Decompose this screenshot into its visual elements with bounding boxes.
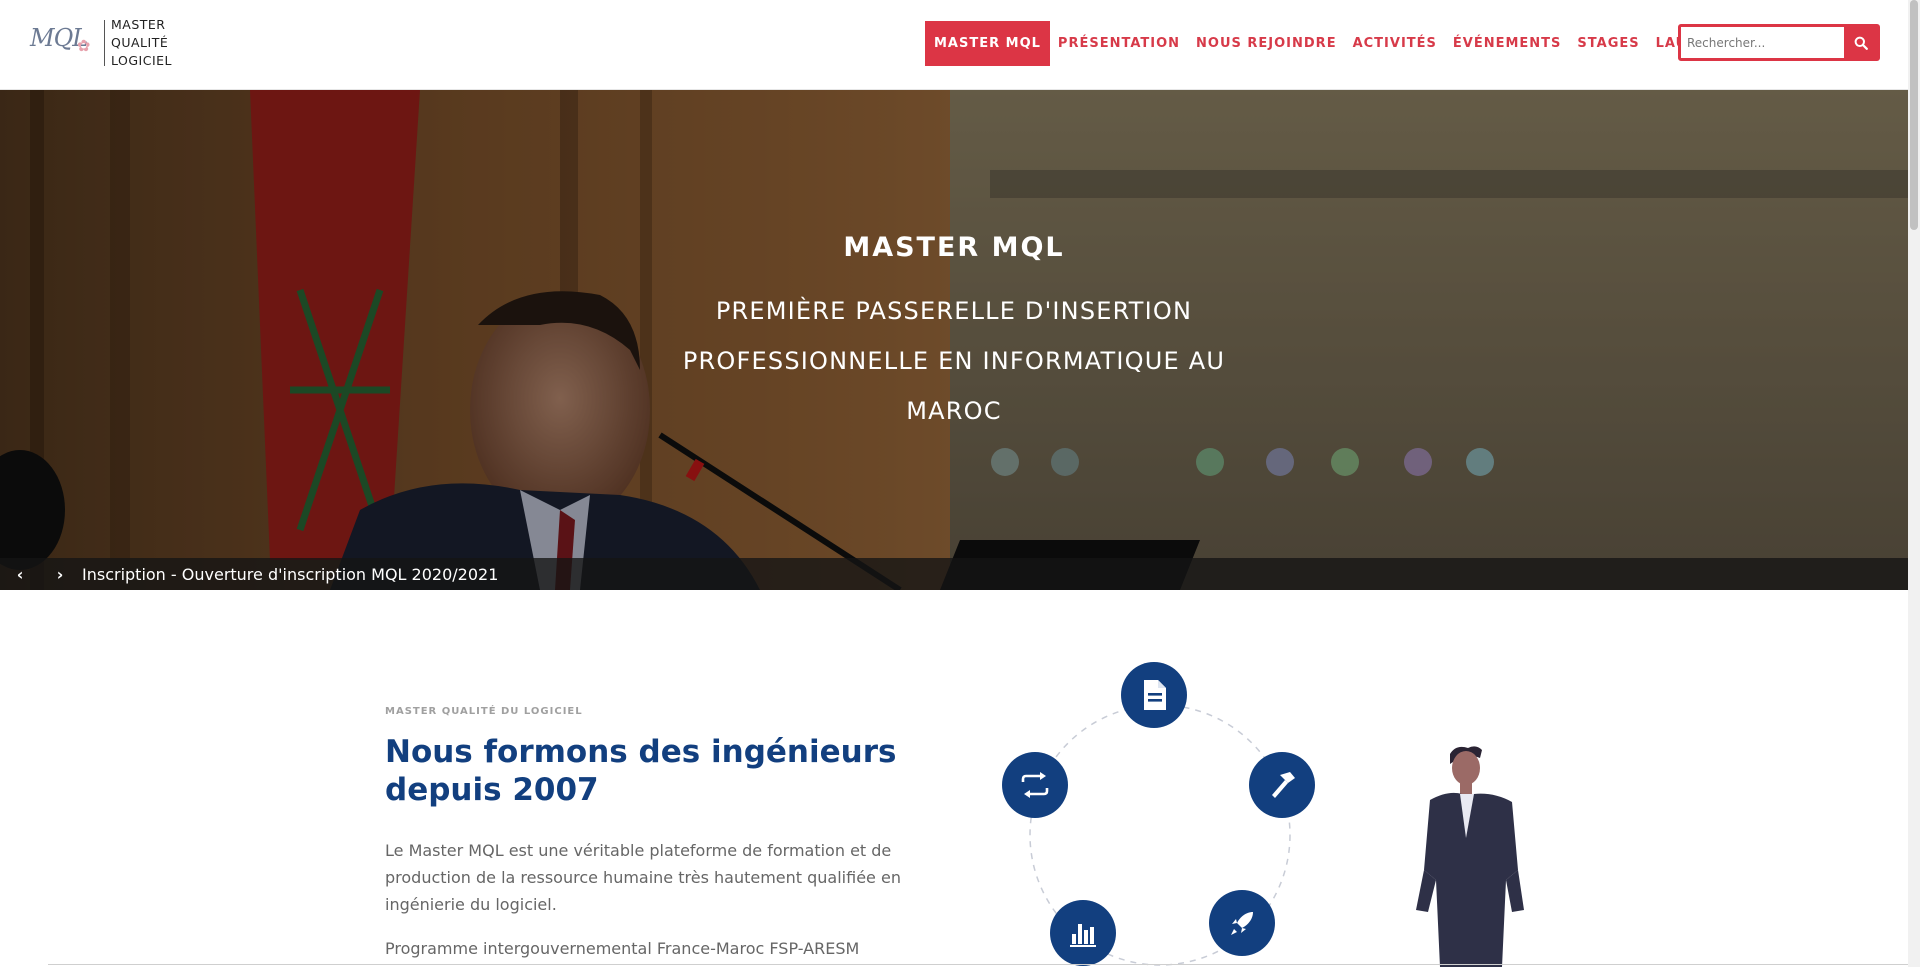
search-icon [1854,36,1868,50]
search-input[interactable] [1681,27,1844,58]
bar-chart-icon [1050,900,1116,966]
next-slide-icon[interactable]: › [40,565,80,584]
exchange-icon [1002,752,1068,818]
nav-item-evenements[interactable]: ÉVÉNEMENTS [1445,21,1570,66]
logo-divider [104,20,105,66]
nav-item-presentation[interactable]: PRÉSENTATION [1050,21,1188,66]
site-header: MQL ✿ MASTER QUALITÉ LOGICIEL MASTER MQL… [0,0,1908,90]
hero-slider: MASTER MQL PREMIÈRE PASSERELLE D'INSERTI… [0,90,1908,590]
process-diagram [980,640,1340,967]
scrollbar-thumb[interactable] [1910,0,1918,230]
logo-line: LOGICIEL [111,53,173,68]
nav-item-activites[interactable]: ACTIVITÉS [1345,21,1445,66]
program-paragraph: Programme intergouvernemental France-Mar… [385,939,860,958]
main-nav: MASTER MQL PRÉSENTATION NOUS REJOINDRE A… [925,21,1746,66]
nav-item-master-mql[interactable]: MASTER MQL [925,21,1050,66]
section-headline: Nous formons des ingénieurs depuis 2007 [385,734,897,808]
slider-caption-bar: ‹ › Inscription - Ouverture d'inscriptio… [0,558,1908,590]
hero-title: MASTER MQL [843,232,1065,263]
logo-text: MASTER QUALITÉ LOGICIEL [111,16,172,70]
hero-subtitle: PREMIÈRE PASSERELLE D'INSERTION PROFESSI… [682,297,1226,425]
page-scrollbar[interactable] [1908,0,1920,967]
logo[interactable]: MQL ✿ MASTER QUALITÉ LOGICIEL [30,16,172,70]
logo-mark: MQL ✿ [30,16,100,70]
logo-line: MASTER [111,17,166,32]
prev-slide-icon[interactable]: ‹ [0,565,40,584]
search-box [1678,24,1880,61]
rocket-icon [1209,890,1275,956]
search-button[interactable] [1844,27,1877,58]
nav-item-nous-rejoindre[interactable]: NOUS REJOINDRE [1188,21,1345,66]
businessman-illustration [1416,746,1524,967]
intro-paragraph: Le Master MQL est une véritable platefor… [385,841,901,914]
bottom-divider [48,964,1908,965]
logo-line: QUALITÉ [111,35,169,50]
hammer-icon [1249,752,1315,818]
nav-item-stages[interactable]: STAGES [1569,21,1647,66]
slide-caption-link[interactable]: Inscription - Ouverture d'inscription MQ… [82,565,498,584]
flower-icon: ✿ [77,36,91,55]
document-icon [1121,662,1187,728]
section-eyebrow: MASTER QUALITÉ DU LOGICIEL [385,706,583,717]
